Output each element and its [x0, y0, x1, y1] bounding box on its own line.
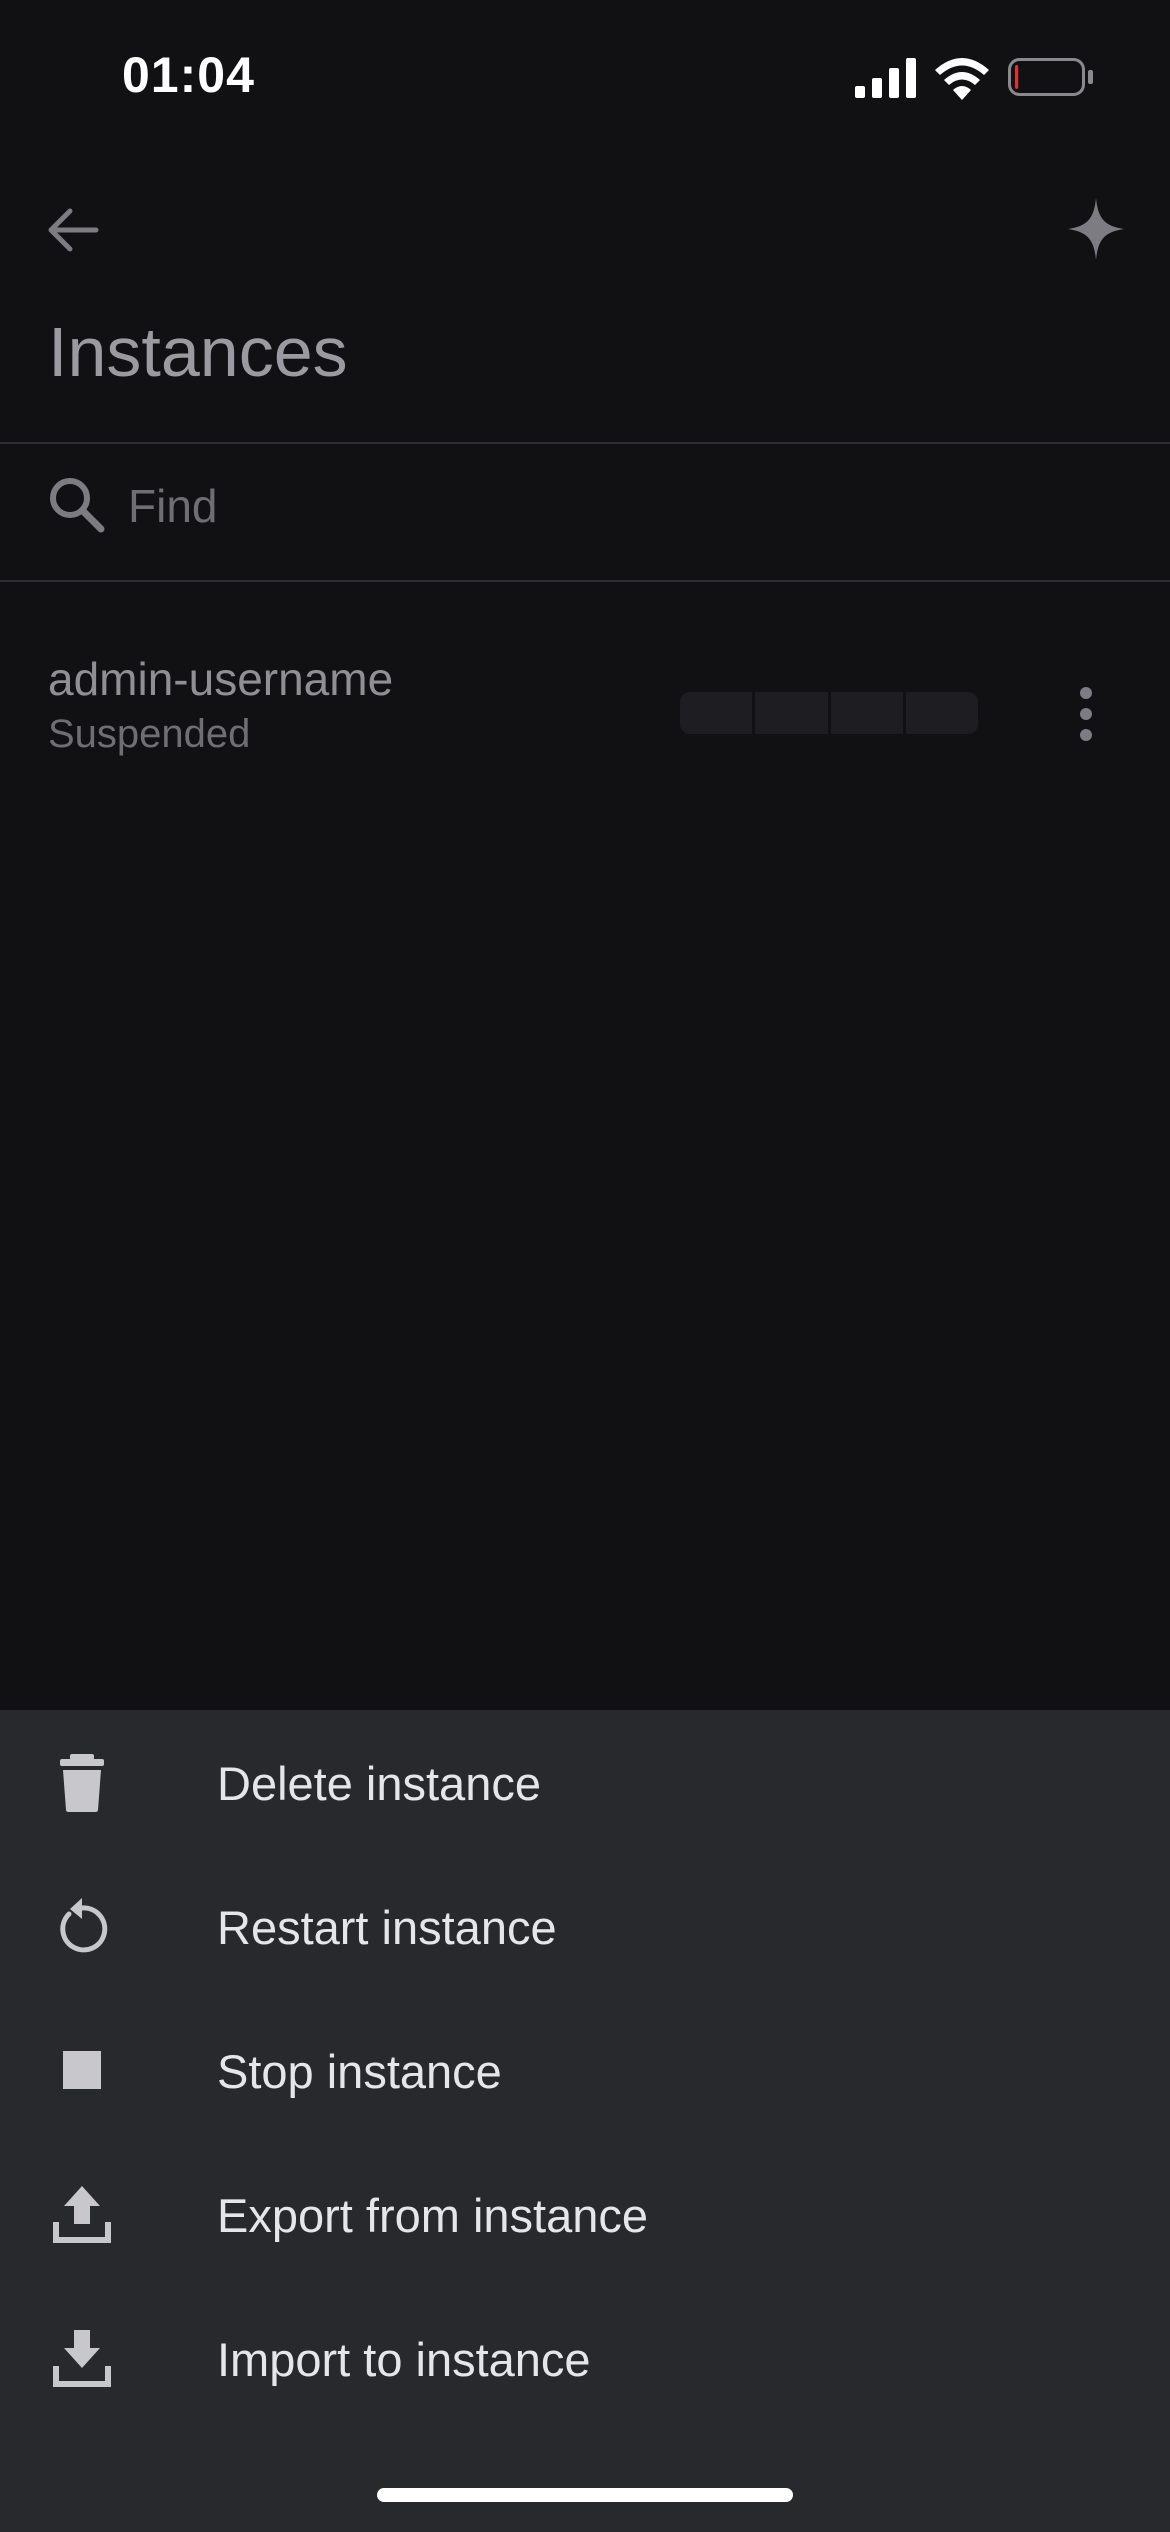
menu-item-label: Delete instance [217, 1757, 541, 1810]
status-time: 01:04 [122, 47, 255, 103]
menu-item-stop-instance[interactable]: Stop instance [0, 1998, 1170, 2142]
status-bar: 01:04 [0, 0, 1170, 150]
menu-item-export-from-instance[interactable]: Export from instance [0, 2142, 1170, 2286]
upload-icon [53, 2186, 111, 2243]
page-title: Instances [48, 313, 348, 391]
menu-item-label: Stop instance [217, 2045, 502, 2098]
menu-item-label: Import to instance [217, 2333, 591, 2386]
app-content: Instances admin-username Suspended [0, 150, 1170, 1710]
instance-status: Suspended [48, 712, 251, 756]
menu-item-label: Restart instance [217, 1901, 557, 1954]
more-vert-icon[interactable] [1066, 684, 1106, 744]
usage-bar-segment [680, 692, 753, 734]
battery-low-icon [1008, 58, 1093, 96]
instance-name: admin-username [48, 653, 394, 705]
list-item-instance[interactable]: admin-username Suspended [0, 640, 1170, 770]
sparkle-icon[interactable] [1068, 198, 1124, 260]
home-indicator[interactable] [377, 2488, 793, 2502]
menu-item-restart-instance[interactable]: Restart instance [0, 1854, 1170, 1998]
menu-item-label: Export from instance [217, 2189, 649, 2242]
divider [0, 580, 1170, 582]
usage-bar-segment [755, 692, 828, 734]
usage-bar-segment [830, 692, 903, 734]
trash-icon [60, 1754, 104, 1812]
download-icon [53, 2330, 111, 2387]
cellular-signal-icon [855, 58, 916, 98]
screen: 01:04 Instances Find admin-username Susp… [0, 0, 1170, 2532]
stop-icon [63, 2051, 101, 2089]
menu-item-import-to-instance[interactable]: Import to instance [0, 2286, 1170, 2430]
search-icon [50, 478, 105, 533]
usage-bar-segment [905, 692, 978, 734]
menu-item-delete-instance[interactable]: Delete instance [0, 1710, 1170, 1854]
search-bar[interactable] [0, 444, 1170, 580]
arrow-back-icon[interactable] [42, 200, 102, 260]
restart-icon [60, 1898, 108, 1953]
wifi-icon [935, 58, 989, 100]
action-sheet: Delete instance Restart instance Stop in… [0, 1710, 1170, 2532]
instance-usage-placeholder [680, 692, 978, 734]
search-input[interactable] [128, 476, 1028, 536]
